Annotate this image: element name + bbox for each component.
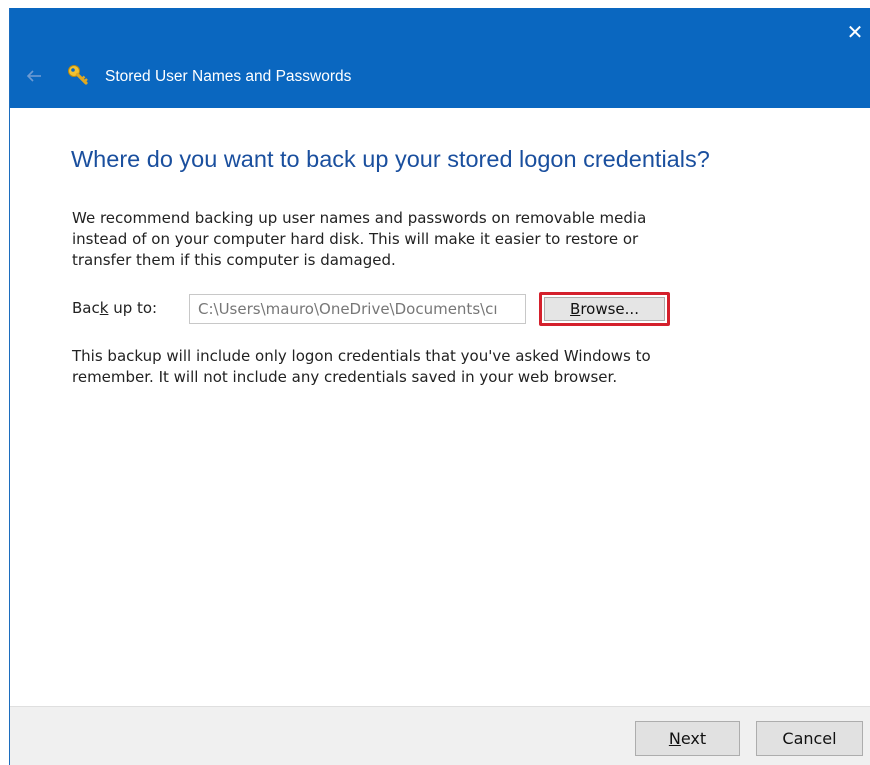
footer-bar: Next Cancel xyxy=(10,706,870,765)
window-title: Stored User Names and Passwords xyxy=(105,68,352,85)
note-line: This backup will include only logon cred… xyxy=(72,347,651,365)
backup-to-label: Back up to: xyxy=(72,299,158,317)
next-button[interactable]: Next xyxy=(635,721,740,756)
backup-note-paragraph: This backup will include only logon cred… xyxy=(72,346,752,388)
intro-paragraph: We recommend backing up user names and p… xyxy=(72,208,712,271)
intro-line: We recommend backing up user names and p… xyxy=(72,209,647,227)
intro-line: transfer them if this computer is damage… xyxy=(72,251,396,269)
backup-path-input[interactable] xyxy=(189,294,526,324)
intro-line: instead of on your computer hard disk. T… xyxy=(72,230,639,248)
back-button[interactable] xyxy=(24,66,44,86)
browse-button[interactable]: Browse... xyxy=(544,297,665,321)
page-heading: Where do you want to back up your stored… xyxy=(71,146,710,172)
back-arrow-icon xyxy=(26,70,41,82)
close-icon: ✕ xyxy=(846,20,864,44)
next-access-key: N xyxy=(668,729,681,748)
browse-access-key: B xyxy=(570,300,581,318)
credential-backup-window: ✕ Stored User Names and Passwords Where … xyxy=(9,8,870,765)
key-icon xyxy=(68,65,88,85)
close-button[interactable]: ✕ xyxy=(843,20,867,44)
wizard-content: Where do you want to back up your stored… xyxy=(10,108,870,706)
title-bar: ✕ Stored User Names and Passwords xyxy=(10,8,870,108)
cancel-button[interactable]: Cancel xyxy=(756,721,863,756)
note-line: remember. It will not include any creden… xyxy=(72,368,618,386)
